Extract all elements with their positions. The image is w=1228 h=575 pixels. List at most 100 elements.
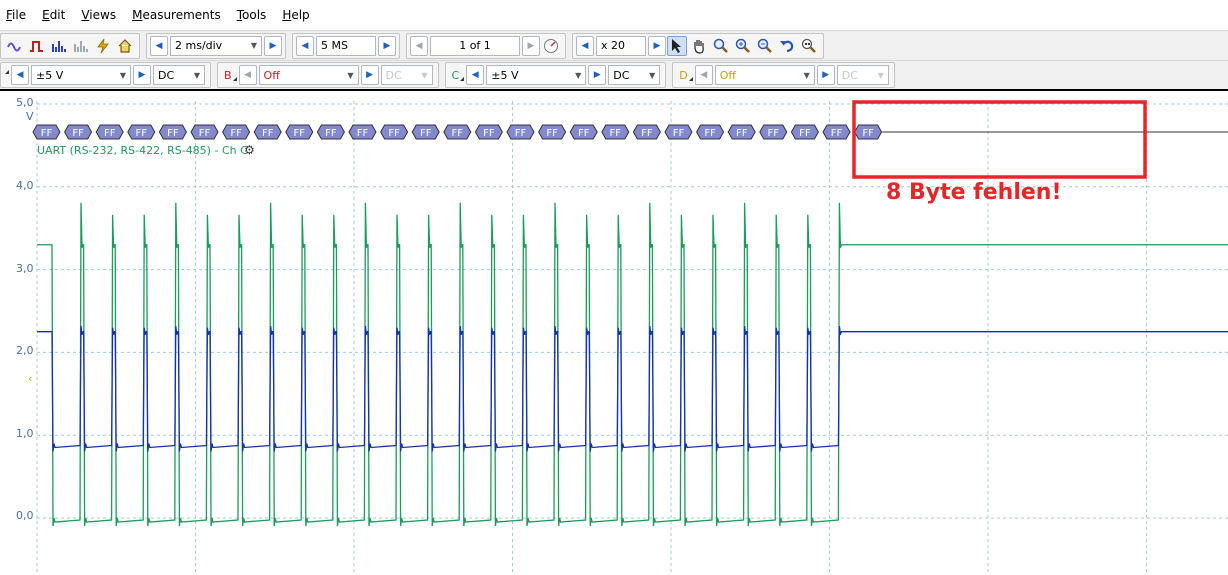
menu-help[interactable]: Help xyxy=(282,8,309,22)
chevron-down-icon: ▼ xyxy=(347,70,354,80)
decoded-byte-label: FF xyxy=(641,128,653,139)
decoded-byte-label: FF xyxy=(388,128,400,139)
decoded-byte-label: FF xyxy=(736,128,748,139)
buffer-next-button[interactable]: ▶ xyxy=(522,35,540,56)
decoder-label: UART (RS-232, RS-422, RS-485) - Ch C xyxy=(37,144,248,157)
scope-view[interactable]: FF FF FF FF FF FF FF FF FF FF FF FF FF FF FF FF FF FF FF FF… xyxy=(0,93,1228,575)
decoded-byte-label: FF xyxy=(452,128,464,139)
zoom-out-icon[interactable] xyxy=(755,36,775,56)
home-icon[interactable] xyxy=(115,36,135,56)
menu-file[interactable]: File xyxy=(6,8,26,22)
chevron-down-icon: ▼ xyxy=(193,70,200,80)
channel-b-range-dropdown[interactable]: Off ▼ xyxy=(258,65,359,85)
waveform-plot[interactable]: FF FF FF FF FF FF FF FF FF FF FF FF FF FF FF FF FF FF FF FF… xyxy=(0,93,1228,575)
decoded-byte-label: FF xyxy=(704,128,716,139)
zoom-icon[interactable] xyxy=(711,36,731,56)
channel-c-coupling-dropdown[interactable]: DC ▼ xyxy=(608,65,661,85)
trigger-marker-icon[interactable]: ‹ xyxy=(28,372,32,385)
channel-d-label[interactable]: D xyxy=(679,69,694,82)
channel-c-range-increase-button[interactable]: ▶ xyxy=(588,65,607,85)
menu-tools[interactable]: Tools xyxy=(237,8,267,22)
timebase-increase-button[interactable]: ▶ xyxy=(264,35,282,56)
y-tick-0: 0,0 xyxy=(16,509,34,522)
channel-d-range-increase-button[interactable]: ▶ xyxy=(816,65,835,85)
decoded-byte-label: FF xyxy=(799,128,811,139)
decoded-byte-label: FF xyxy=(483,128,495,139)
buffer-field[interactable]: 1 of 1 xyxy=(430,35,520,56)
zoom-decrease-button[interactable]: ◀ xyxy=(576,35,594,56)
picoscope-window: File Edit Views Measurements Tools Help xyxy=(0,0,1228,575)
timebase-decrease-button[interactable]: ◀ xyxy=(150,35,168,56)
chevron-down-icon: ▼ xyxy=(877,70,884,80)
decoded-byte-label: FF xyxy=(420,128,432,139)
channel-a-range-decrease-button[interactable]: ◀ xyxy=(11,65,29,85)
zoom-in-icon[interactable] xyxy=(733,36,753,56)
samples-decrease-button[interactable]: ◀ xyxy=(296,35,314,56)
channel-d-coupling-dropdown[interactable]: DC ▼ xyxy=(836,65,889,85)
y-tick-4: 4,0 xyxy=(16,179,34,192)
channel-a-trace xyxy=(37,326,1228,452)
decoded-byte-label: FF xyxy=(325,128,337,139)
y-tick-3: 3,0 xyxy=(16,262,34,275)
decoded-byte-label: FF xyxy=(104,128,116,139)
spectrum-mode-icon[interactable] xyxy=(49,36,69,56)
channel-c-range-dropdown[interactable]: ±5 V ▼ xyxy=(486,65,587,85)
decoded-byte-label: FF xyxy=(230,128,242,139)
buffer-prev-button[interactable]: ◀ xyxy=(410,35,428,56)
decoded-byte-label: FF xyxy=(41,128,53,139)
decoded-byte-label: FF xyxy=(136,128,148,139)
trigger-icon[interactable] xyxy=(93,36,113,56)
decoded-byte-label: FF xyxy=(72,128,84,139)
channel-d-range-dropdown[interactable]: Off ▼ xyxy=(714,65,815,85)
chevron-down-icon: ▼ xyxy=(119,70,126,80)
channel-c-label[interactable]: C xyxy=(452,69,465,82)
decoded-byte-label: FF xyxy=(578,128,590,139)
channel-d-range-decrease-button[interactable]: ◀ xyxy=(694,65,713,85)
hand-tool-icon[interactable] xyxy=(689,36,709,56)
decoded-byte-label: FF xyxy=(515,128,527,139)
missing-bytes-annotation: 8 Byte fehlen! xyxy=(886,180,1062,205)
channel-a-range-dropdown[interactable]: ±5 V ▼ xyxy=(31,65,131,85)
chevron-down-icon: ▼ xyxy=(649,70,656,80)
decoded-byte-label: FF xyxy=(199,128,211,139)
decoded-byte-label: FF xyxy=(862,128,874,139)
gear-icon[interactable]: ⚙ xyxy=(244,143,255,157)
channel-a-range-increase-button[interactable]: ▶ xyxy=(133,65,151,85)
channel-c-trace xyxy=(37,202,1228,527)
decoded-byte-label: FF xyxy=(546,128,558,139)
decoded-byte-label: FF xyxy=(357,128,369,139)
channel-b-coupling-dropdown[interactable]: DC ▼ xyxy=(380,65,433,85)
channel-b-range-increase-button[interactable]: ▶ xyxy=(360,65,379,85)
chevron-down-icon: ▼ xyxy=(250,41,257,50)
menu-measurements[interactable]: Measurements xyxy=(132,8,221,22)
pointer-tool-icon[interactable] xyxy=(667,35,687,56)
samples-increase-button[interactable]: ▶ xyxy=(378,35,396,56)
zoom-increase-button[interactable]: ▶ xyxy=(648,35,666,56)
undo-zoom-icon[interactable] xyxy=(777,36,797,56)
channel-a-coupling-dropdown[interactable]: DC ▼ xyxy=(153,65,205,85)
y-tick-2: 2,0 xyxy=(16,344,34,357)
channel-b-label[interactable]: B xyxy=(224,69,237,82)
decoded-byte-label: FF xyxy=(262,128,274,139)
channel-c-range-decrease-button[interactable]: ◀ xyxy=(466,65,485,85)
channel-b-range-decrease-button[interactable]: ◀ xyxy=(238,65,257,85)
buffer-navigator-icon[interactable] xyxy=(541,36,561,56)
decoded-byte-label: FF xyxy=(673,128,685,139)
zoom-overview-icon[interactable] xyxy=(799,36,819,56)
samples-field[interactable]: 5 MS xyxy=(316,35,376,56)
y-tick-5: 5,0 xyxy=(16,96,34,109)
decoded-byte-label: FF xyxy=(167,128,179,139)
scope-mode-icon[interactable] xyxy=(5,36,25,56)
chevron-down-icon: ▼ xyxy=(803,70,810,80)
main-toolbar: ◀ 2 ms/div ▼ ▶ ◀ 5 MS ▶ ◀ 1 of 1 ▶ ◀ x 2… xyxy=(0,30,1228,60)
timebase-dropdown[interactable]: 2 ms/div ▼ xyxy=(170,35,262,56)
spectrum-persist-icon[interactable] xyxy=(71,36,91,56)
decoded-byte-label: FF xyxy=(294,128,306,139)
persistence-mode-icon[interactable] xyxy=(27,36,47,56)
y-tick-1: 1,0 xyxy=(16,427,34,440)
chevron-down-icon: ▼ xyxy=(421,70,428,80)
menu-views[interactable]: Views xyxy=(81,8,116,22)
zoom-field[interactable]: x 20 xyxy=(596,35,646,56)
menu-edit[interactable]: Edit xyxy=(42,8,65,22)
chevron-down-icon: ▼ xyxy=(575,70,582,80)
